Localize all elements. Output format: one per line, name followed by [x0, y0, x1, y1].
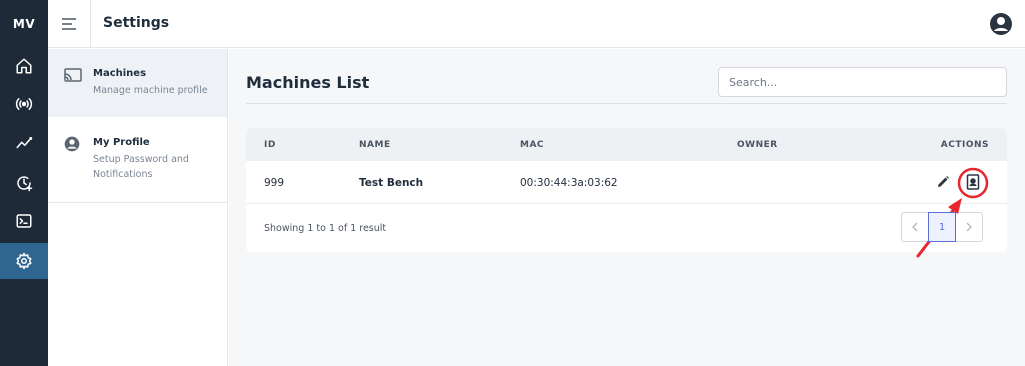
- column-header-name[interactable]: NAME: [359, 140, 391, 150]
- history-clock-icon: [17, 176, 33, 192]
- column-header-id[interactable]: ID: [264, 140, 276, 150]
- chevron-left-icon: [912, 222, 918, 232]
- terminal-icon: [16, 214, 32, 228]
- cell-mac: 00:30:44:3a:03:62: [520, 177, 618, 189]
- page-button-1[interactable]: 1: [928, 212, 956, 242]
- home-icon: [16, 58, 32, 74]
- rail-item-history[interactable]: [0, 165, 48, 201]
- column-header-actions: ACTIONS: [940, 140, 989, 150]
- rail-item-settings[interactable]: [0, 243, 48, 279]
- rail-item-home[interactable]: [0, 48, 48, 84]
- sidebar-item-title: My Profile: [93, 137, 150, 148]
- broadcast-icon: [15, 98, 33, 110]
- app-logo[interactable]: MV: [0, 0, 48, 48]
- cast-icon: [64, 68, 82, 82]
- pagination: 1: [901, 212, 983, 242]
- sidebar-divider: [48, 202, 227, 203]
- trend-chart-icon: [16, 137, 33, 149]
- rail-item-terminal[interactable]: [0, 203, 48, 239]
- rail-item-broadcast[interactable]: [0, 86, 48, 122]
- machines-table-card: ID NAME MAC OWNER ACTIONS 999 Test Bench…: [246, 128, 1007, 252]
- machine-profile-button[interactable]: [963, 172, 983, 192]
- next-page-button[interactable]: [955, 212, 983, 242]
- page-title: Settings: [103, 15, 170, 31]
- sidebar-item-subtitle: Manage machine profile: [93, 85, 208, 96]
- sidebar-item-my-profile[interactable]: My Profile Setup Password and Notificati…: [48, 117, 227, 202]
- nav-rail: MV: [0, 0, 48, 366]
- sidebar-item-title: Machines: [93, 68, 147, 79]
- table-row: 999 Test Bench 00:30:44:3a:03:62: [246, 161, 1007, 204]
- user-circle-icon: [64, 136, 80, 152]
- gear-icon: [16, 252, 32, 270]
- user-menu-button[interactable]: [989, 12, 1013, 36]
- search-input[interactable]: [718, 67, 1007, 97]
- contact-book-icon: [966, 174, 980, 190]
- pencil-icon: [938, 176, 949, 187]
- cell-name: Test Bench: [359, 177, 424, 189]
- top-bar: Settings: [48, 0, 1025, 48]
- menu-icon: [62, 18, 76, 30]
- title-divider: [246, 103, 1007, 104]
- main-content: Machines List ID NAME MAC OWNER ACTIONS …: [229, 49, 1025, 366]
- menu-toggle-button[interactable]: [48, 0, 91, 48]
- table-header: ID NAME MAC OWNER ACTIONS: [246, 128, 1007, 161]
- rail-item-analytics[interactable]: [0, 125, 48, 161]
- chevron-right-icon: [966, 222, 972, 232]
- pagination-summary: Showing 1 to 1 of 1 result: [264, 223, 387, 234]
- column-header-owner[interactable]: OWNER: [737, 140, 778, 150]
- section-title: Machines List: [246, 73, 370, 92]
- sidebar-item-machines[interactable]: Machines Manage machine profile: [48, 49, 227, 117]
- cell-id: 999: [264, 177, 285, 189]
- column-header-mac[interactable]: MAC: [520, 140, 544, 150]
- prev-page-button[interactable]: [901, 212, 929, 242]
- user-icon: [990, 13, 1012, 35]
- settings-sidebar: Machines Manage machine profile My Profi…: [48, 49, 228, 366]
- edit-button[interactable]: [933, 172, 953, 192]
- sidebar-item-subtitle: Setup Password and Notifications: [93, 154, 189, 180]
